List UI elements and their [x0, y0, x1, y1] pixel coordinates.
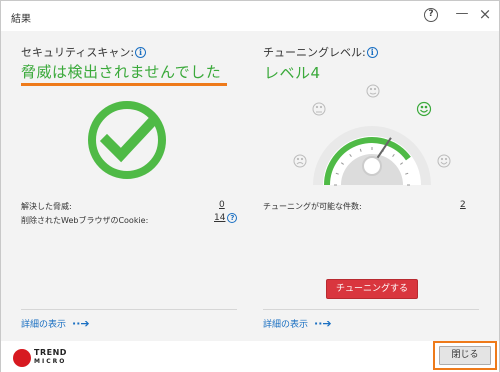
info-icon[interactable]: i: [366, 47, 378, 58]
logo-line-1: TREND: [34, 348, 67, 357]
window-close-button[interactable]: ×: [475, 5, 495, 25]
tuning-detail-label: 詳細の表示: [263, 320, 309, 330]
arrow-right-icon: ··➔: [72, 317, 90, 330]
result-underline: [21, 83, 227, 86]
deleted-cookies-value[interactable]: 14: [214, 213, 225, 223]
right-divider: [263, 309, 479, 310]
tuning-detail-link[interactable]: 詳細の表示 ··➔: [263, 317, 332, 330]
logo-text: TREND MICRO: [34, 348, 67, 366]
left-divider: [21, 309, 237, 310]
resolved-threats-value[interactable]: 0: [219, 200, 225, 210]
help-button[interactable]: ?: [424, 8, 438, 22]
security-scan-title: セキュリティスキャン: i: [21, 44, 147, 60]
unhappy-face-icon: [312, 102, 326, 116]
logo-line-2: MICRO: [34, 358, 67, 365]
trend-micro-logo: TREND MICRO: [13, 347, 83, 371]
security-detail-label: 詳細の表示: [21, 320, 67, 330]
minimize-button[interactable]: —: [452, 5, 472, 25]
happy-face-icon: [416, 101, 432, 117]
tuning-level-title: チューニングレベル: i: [263, 44, 378, 60]
checkmark-icon: [88, 101, 166, 179]
scan-result-text: 脅威は検出されませんでした: [21, 63, 222, 81]
sad-face-icon: [293, 154, 307, 168]
window-title: 結果: [11, 14, 31, 25]
tuning-gauge: [293, 84, 451, 186]
very-happy-face-icon: [437, 154, 451, 168]
deleted-cookies-group: 14?: [214, 213, 238, 223]
info-icon[interactable]: i: [135, 47, 147, 58]
tune-button[interactable]: チューニングする: [326, 279, 418, 299]
security-scan-label: セキュリティスキャン:: [21, 46, 135, 59]
close-button[interactable]: 閉じる: [439, 346, 491, 365]
result-window: 結果 ? — × セキュリティスキャン: i 脅威は検出されませんでした 解決した…: [0, 0, 500, 372]
security-detail-link[interactable]: 詳細の表示 ··➔: [21, 317, 90, 330]
tuning-level-value: レベル4: [264, 64, 321, 82]
neutral-face-icon: [366, 84, 380, 98]
help-icon[interactable]: ?: [227, 213, 238, 223]
deleted-cookies-label: 削除されたWebブラウザのCookie:: [21, 216, 149, 225]
resolved-threats-label: 解決した脅威:: [21, 202, 72, 211]
tunable-items-value[interactable]: 2: [460, 200, 466, 210]
logo-mark-icon: [13, 349, 31, 367]
tunable-items-label: チューニングが可能な件数:: [263, 202, 362, 211]
arrow-right-icon: ··➔: [314, 317, 332, 330]
tuning-level-label: チューニングレベル:: [263, 46, 366, 59]
title-bar: 結果 ? — ×: [1, 1, 499, 31]
